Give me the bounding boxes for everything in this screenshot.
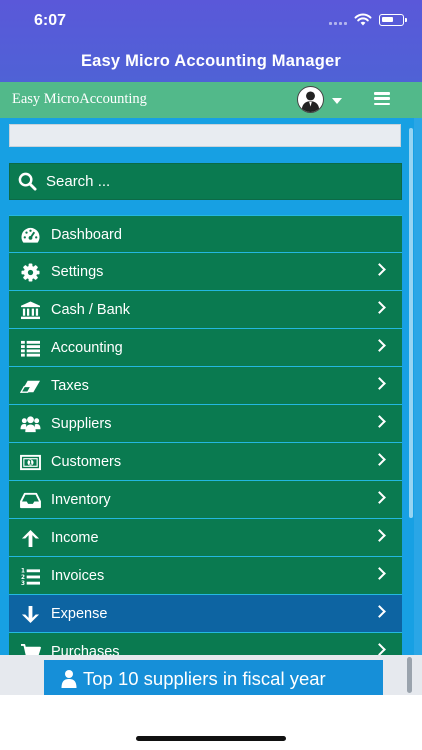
numbered-list-icon: 123 bbox=[19, 566, 41, 586]
sidebar-scrollbar-track[interactable] bbox=[414, 118, 422, 655]
hamburger-menu-icon[interactable] bbox=[374, 92, 390, 105]
sidebar-item-label: Invoices bbox=[51, 568, 105, 584]
sidebar-item-dashboard[interactable]: Dashboard bbox=[9, 215, 402, 253]
svg-text:1: 1 bbox=[21, 568, 25, 574]
search-icon bbox=[18, 172, 37, 191]
sidebar-item-label: Settings bbox=[51, 264, 104, 280]
sidebar-item-label: Taxes bbox=[51, 378, 89, 394]
eraser-icon bbox=[19, 376, 41, 396]
home-indicator[interactable] bbox=[136, 736, 286, 741]
sidebar-item-cash-bank[interactable]: Cash / Bank bbox=[9, 291, 402, 329]
inbox-icon bbox=[19, 490, 41, 510]
arrow-down-icon bbox=[19, 604, 41, 624]
money-bill-icon: 1 bbox=[19, 452, 41, 472]
app-top-bar: 6:07 Easy Micro Accounting Manager bbox=[0, 0, 422, 82]
chevron-right-icon bbox=[373, 339, 386, 352]
dashboard-gauge-icon bbox=[19, 225, 41, 245]
svg-text:1: 1 bbox=[28, 460, 32, 466]
gear-icon bbox=[19, 262, 41, 282]
user-menu-caret-icon[interactable] bbox=[332, 98, 342, 104]
status-time: 6:07 bbox=[34, 12, 67, 29]
sidebar-item-label: Inventory bbox=[51, 492, 111, 508]
top-suppliers-widget-header: Top 10 suppliers in fiscal year bbox=[44, 660, 383, 695]
content-scrollbar-thumb[interactable] bbox=[407, 657, 412, 693]
chevron-right-icon bbox=[373, 415, 386, 428]
sidebar-item-accounting[interactable]: Accounting bbox=[9, 329, 402, 367]
svg-text:3: 3 bbox=[21, 581, 25, 586]
sidebar-item-settings[interactable]: Settings bbox=[9, 253, 402, 291]
search-placeholder: Search ... bbox=[46, 173, 111, 190]
wifi-icon bbox=[354, 13, 372, 26]
svg-text:2: 2 bbox=[21, 574, 25, 580]
signal-icon bbox=[329, 15, 347, 25]
app-screen: 6:07 Easy Micro Accounting Manager Easy … bbox=[0, 0, 422, 750]
sidebar-item-label: Suppliers bbox=[51, 416, 112, 432]
sidebar-item-customers[interactable]: 1 Customers bbox=[9, 443, 402, 481]
user-icon bbox=[61, 670, 77, 688]
chevron-right-icon bbox=[373, 605, 386, 618]
sidebar-item-suppliers[interactable]: Suppliers bbox=[9, 405, 402, 443]
chevron-right-icon bbox=[373, 263, 386, 276]
sidebar-scrollbar-thumb[interactable] bbox=[409, 128, 413, 518]
app-title: Easy Micro Accounting Manager bbox=[80, 52, 342, 70]
sidebar-item-label: Income bbox=[51, 530, 99, 546]
chevron-right-icon bbox=[373, 453, 386, 466]
sidebar-item-label: Customers bbox=[51, 454, 122, 470]
sidebar-panel: Search ... Dashboard Settings Cash / Ban… bbox=[0, 118, 414, 671]
chevron-right-icon bbox=[373, 567, 386, 580]
sidebar-menu: Dashboard Settings Cash / Bank Accountin… bbox=[9, 215, 402, 671]
brand-link[interactable]: Easy MicroAccounting bbox=[12, 91, 147, 108]
sidebar-item-expense[interactable]: Expense bbox=[9, 595, 402, 633]
chevron-right-icon bbox=[373, 301, 386, 314]
sidebar-item-taxes[interactable]: Taxes bbox=[9, 367, 402, 405]
user-avatar-icon[interactable] bbox=[297, 86, 324, 113]
users-icon bbox=[19, 414, 41, 434]
battery-icon bbox=[379, 13, 407, 26]
chevron-right-icon bbox=[373, 377, 386, 390]
top-suppliers-title: Top 10 suppliers in fiscal year bbox=[83, 668, 326, 689]
chevron-right-icon bbox=[373, 643, 386, 656]
sidebar-item-inventory[interactable]: Inventory bbox=[9, 481, 402, 519]
arrow-up-icon bbox=[19, 528, 41, 548]
chevron-right-icon bbox=[373, 491, 386, 504]
sidebar-item-invoices[interactable]: 123 Invoices bbox=[9, 557, 402, 595]
sidebar-item-label: Expense bbox=[51, 606, 108, 622]
chevron-right-icon bbox=[373, 529, 386, 542]
sidebar-item-label: Cash / Bank bbox=[51, 302, 130, 318]
blank-bar bbox=[9, 124, 401, 147]
sidebar-item-label: Dashboard bbox=[51, 227, 122, 243]
bank-icon bbox=[19, 300, 41, 320]
list-icon bbox=[19, 338, 41, 358]
sidebar-item-income[interactable]: Income bbox=[9, 519, 402, 557]
status-icons bbox=[329, 13, 407, 26]
header-nav: Easy MicroAccounting bbox=[0, 82, 422, 118]
sidebar-item-label: Accounting bbox=[51, 340, 123, 356]
search-input[interactable]: Search ... bbox=[9, 163, 402, 200]
